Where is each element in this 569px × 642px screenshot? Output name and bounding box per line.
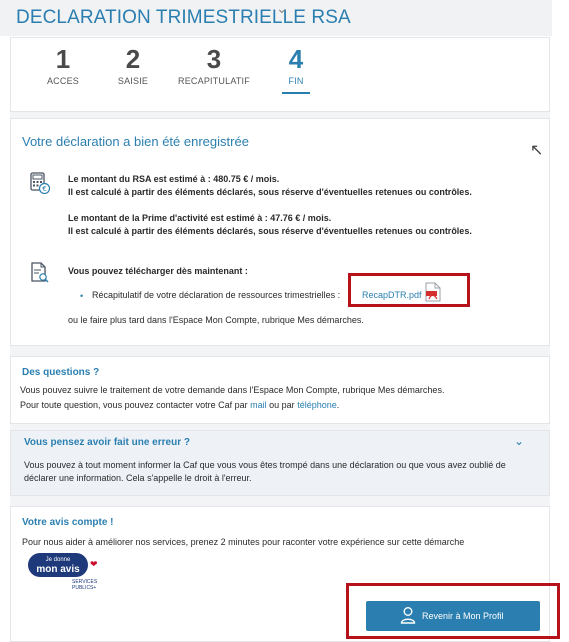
bullet-dot: • [80, 291, 84, 301]
phone-link[interactable]: téléphone [297, 400, 337, 410]
stepper: 1 ACCES 2 SAISIE 3 RECAPITULATIF 4 FIN [10, 37, 550, 112]
rsa-amount-line: Le montant du RSA est estimé à : 480.75 … [68, 174, 280, 184]
active-step-underline [282, 92, 310, 94]
questions-line-2-start: Pour toute question, vous pouvez contact… [20, 400, 251, 410]
step-label: SAISIE [117, 76, 149, 86]
error-accordion-title[interactable]: Vous pensez avoir fait une erreur ? [24, 437, 190, 448]
step-number: 2 [125, 44, 141, 74]
badge-footer-text: SERVICES PUBLICS+ [72, 579, 98, 591]
feedback-text: Pour nous aider à améliorer nos services… [22, 537, 465, 547]
prime-amount-line: Le montant de la Prime d'activité est es… [68, 213, 332, 223]
error-text-line-2: déclarer une information. Cela s'appelle… [24, 473, 252, 483]
rsa-note-line: Il est calculé à partir des éléments déc… [68, 187, 472, 197]
je-donne-mon-avis-badge[interactable]: Je donne mon avis ❤ SERVICES PUBLICS+ [28, 553, 102, 591]
title-chevron-icon[interactable]: ⌄ [276, 0, 288, 17]
error-text-line-1: Vous pouvez à tout moment informer la Ca… [24, 460, 506, 470]
questions-title: Des questions ? [22, 367, 100, 378]
chevron-down-icon[interactable]: ⌄ [514, 434, 524, 448]
calculator-euro-icon: € [30, 172, 51, 195]
highlight-box-profile [346, 583, 560, 639]
document-search-icon [30, 262, 50, 284]
svg-text:€: € [42, 185, 46, 193]
download-intro: Vous pouvez télécharger dès maintenant : [68, 266, 248, 276]
badge-pill: Je donne mon avis [28, 553, 88, 577]
questions-line-2: Pour toute question, vous pouvez contact… [20, 400, 339, 410]
step-label: ACCES [46, 76, 79, 86]
step-acces: 1 ACCES [23, 44, 103, 86]
feedback-title: Votre avis compte ! [22, 517, 114, 528]
step-label: FIN [288, 76, 304, 86]
badge-small-text: Je donne [45, 557, 71, 563]
badge-big-text: mon avis [36, 564, 80, 575]
highlight-box-pdf [348, 273, 470, 307]
page-title: DECLARATION TRIMESTRIELLE RSA [16, 7, 351, 28]
step-fin: 4 FIN [256, 44, 336, 86]
questions-line-2-end: . [336, 400, 340, 410]
confirmation-title: Votre déclaration a bien été enregistrée [22, 134, 249, 149]
step-saisie: 2 SAISIE [93, 44, 173, 86]
later-download-text: ou le faire plus tard dans l'Espace Mon … [68, 315, 364, 325]
heart-icon: ❤ [90, 559, 98, 569]
step-recapitulatif: 3 RECAPITULATIF [174, 44, 254, 86]
recap-text: Récapitulatif de votre déclaration de re… [92, 290, 341, 300]
step-label: RECAPITULATIF [178, 76, 250, 86]
step-number: 3 [206, 44, 222, 74]
step-number: 4 [288, 44, 304, 74]
step-number: 1 [55, 44, 71, 74]
prime-note-line: Il est calculé à partir des éléments déc… [68, 226, 472, 236]
questions-line-1: Vous pouvez suivre le traitement de votr… [20, 385, 445, 395]
mail-link[interactable]: mail [250, 400, 267, 410]
questions-line-2-mid: ou par [266, 400, 298, 410]
mouse-cursor-icon: ↖ [530, 142, 544, 159]
